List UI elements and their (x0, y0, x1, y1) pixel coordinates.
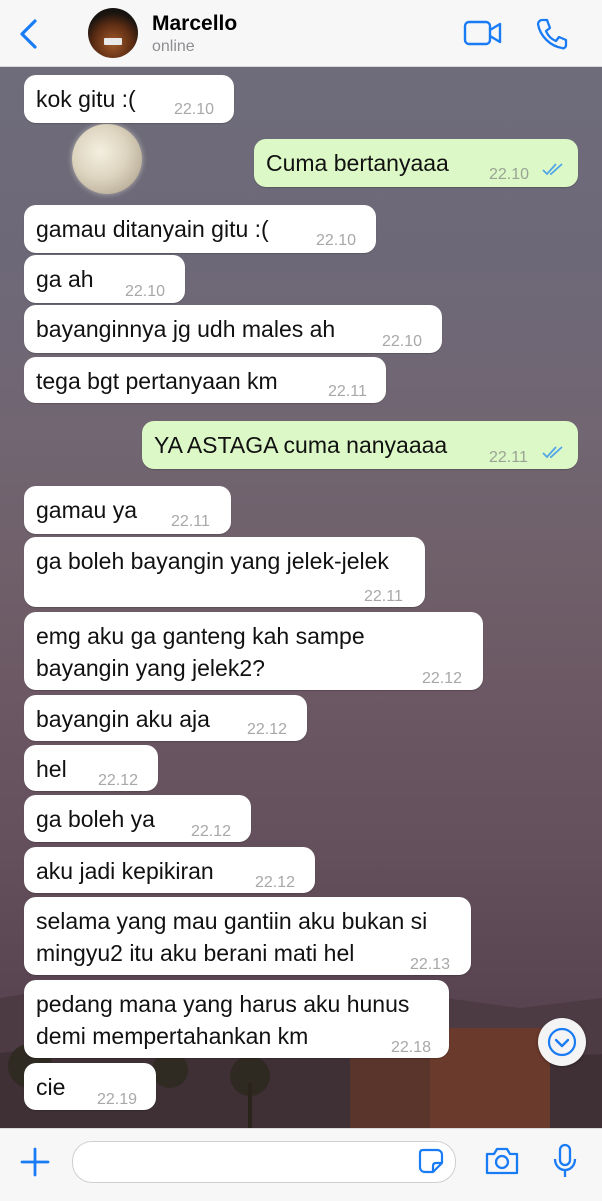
avatar[interactable] (88, 8, 138, 58)
message-text: bayangin aku aja (36, 706, 210, 732)
message-time: 22.18 (391, 1039, 432, 1056)
message-text: bayangin yang jelek2? (36, 655, 265, 681)
message-text: Cuma bertanyaaa (266, 150, 449, 176)
message-incoming[interactable]: bayanginnya jg udh males ah 22.10 (24, 305, 442, 353)
message-time: 22.10 (382, 333, 423, 350)
message-time: 22.11 (489, 449, 528, 466)
message-time: 22.10 (316, 232, 357, 249)
message-incoming[interactable]: gamau ya 22.11 (24, 486, 231, 534)
message-time: 22.11 (328, 383, 367, 400)
message-text: bayanginnya jg udh males ah (36, 316, 336, 342)
message-text: cie (36, 1074, 66, 1100)
message-time: 22.10 (125, 283, 166, 300)
message-time: 22.12 (247, 721, 288, 738)
message-text: ga ah (36, 266, 94, 292)
message-incoming[interactable]: selama yang mau gantiin aku bukan si min… (24, 897, 471, 975)
message-incoming[interactable]: ga boleh bayangin yang jelek-jelek 22.11 (24, 537, 425, 607)
message-outgoing[interactable]: YA ASTAGA cuma nanyaaaa 22.11 (142, 421, 578, 469)
chevron-down-icon (547, 1027, 577, 1057)
chat-header: Marcello online (0, 0, 602, 67)
message-text: emg aku ga ganteng kah sampe (36, 623, 365, 649)
chat-area[interactable]: kok gitu :( 22.10 Cuma bertanyaaa 22.10 … (0, 67, 602, 1128)
message-text: YA ASTAGA cuma nanyaaaa (154, 432, 448, 458)
message-text: mingyu2 itu aku berani mati hel (36, 940, 355, 966)
message-incoming[interactable]: pedang mana yang harus aku hunus demi me… (24, 980, 449, 1058)
message-input-bar (0, 1128, 602, 1201)
message-time: 22.11 (171, 513, 210, 530)
message-text: ga boleh ya (36, 806, 155, 832)
message-incoming[interactable]: ga boleh ya 22.12 (24, 795, 251, 842)
video-call-icon[interactable] (463, 18, 503, 48)
message-incoming[interactable]: bayangin aku aja 22.12 (24, 695, 307, 741)
message-time: 22.12 (98, 772, 139, 789)
message-incoming[interactable]: gamau ditanyain gitu :( 22.10 (24, 205, 376, 253)
plus-icon[interactable] (18, 1145, 52, 1179)
message-input[interactable] (72, 1141, 456, 1183)
message-text: aku jadi kepikiran (36, 858, 214, 884)
message-time: 22.19 (97, 1091, 138, 1108)
message-incoming[interactable]: tega bgt pertanyaan km 22.11 (24, 357, 386, 403)
message-text: gamau ditanyain gitu :( (36, 216, 269, 242)
message-text: gamau ya (36, 497, 138, 523)
read-receipt-icon (542, 163, 563, 176)
message-time: 22.13 (410, 956, 451, 973)
message-text: hel (36, 756, 67, 782)
phone-icon[interactable] (535, 17, 569, 51)
chevron-left-icon[interactable] (16, 18, 42, 50)
message-text: kok gitu :( (36, 86, 136, 112)
read-receipt-icon (542, 446, 563, 459)
contact-name[interactable]: Marcello (152, 12, 237, 36)
sticker-icon[interactable] (418, 1148, 444, 1174)
camera-icon[interactable] (484, 1146, 520, 1176)
message-time: 22.12 (422, 670, 463, 687)
message-time: 22.12 (191, 823, 232, 840)
message-outgoing[interactable]: Cuma bertanyaaa 22.10 (254, 139, 578, 187)
message-text: demi mempertahankan km (36, 1023, 309, 1049)
message-incoming[interactable]: emg aku ga ganteng kah sampe bayangin ya… (24, 612, 483, 690)
message-time: 22.10 (174, 101, 215, 118)
contact-status: online (152, 38, 195, 55)
microphone-icon[interactable] (552, 1143, 578, 1179)
message-time: 22.12 (255, 874, 296, 891)
message-incoming[interactable]: cie 22.19 (24, 1063, 156, 1110)
message-time: 22.11 (364, 588, 403, 605)
message-incoming[interactable]: ga ah 22.10 (24, 255, 185, 303)
message-incoming[interactable]: hel 22.12 (24, 745, 158, 791)
message-text: selama yang mau gantiin aku bukan si (36, 908, 428, 934)
message-text: pedang mana yang harus aku hunus (36, 991, 410, 1017)
scroll-to-bottom-button[interactable] (538, 1018, 586, 1066)
moon-image (72, 124, 142, 194)
message-incoming[interactable]: kok gitu :( 22.10 (24, 75, 234, 123)
message-text: ga boleh bayangin yang jelek-jelek (36, 548, 389, 574)
message-text: tega bgt pertanyaan km (36, 368, 278, 394)
message-time: 22.10 (489, 166, 530, 183)
message-incoming[interactable]: aku jadi kepikiran 22.12 (24, 847, 315, 893)
